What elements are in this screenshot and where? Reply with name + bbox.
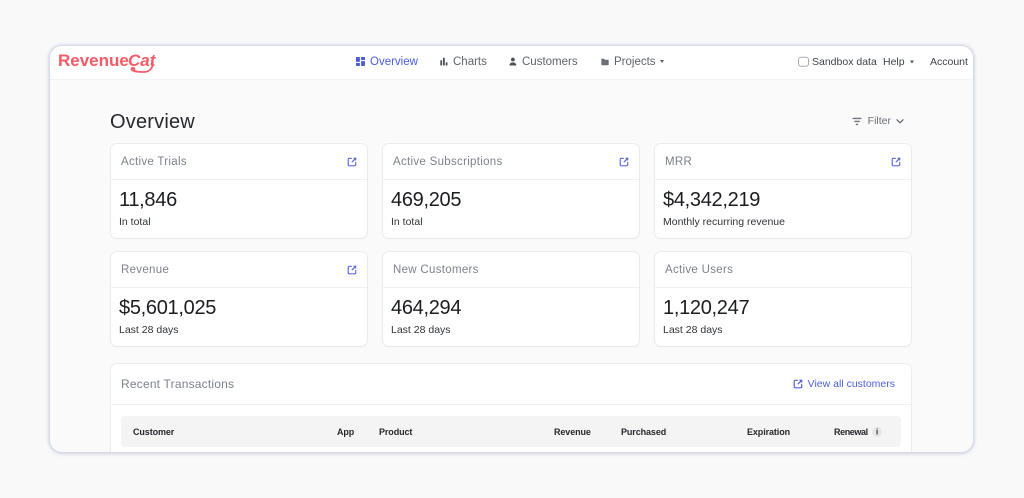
svg-text:i: i	[876, 427, 878, 436]
